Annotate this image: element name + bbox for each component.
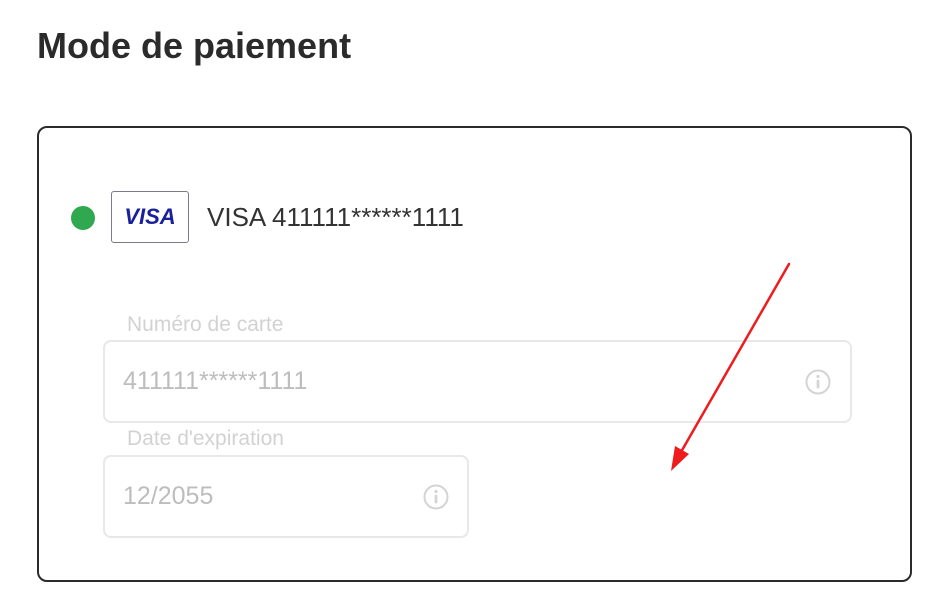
expiration-date-value: 12/2055 — [123, 482, 214, 510]
visa-logo-text: VISA — [124, 204, 176, 229]
visa-logo-icon: VISA — [111, 191, 189, 243]
card-number-label: Numéro de carte — [127, 313, 284, 336]
card-number-field: 411111******1111 — [103, 340, 852, 423]
expiration-date-field: 12/2055 — [103, 455, 469, 538]
info-icon[interactable] — [423, 484, 449, 510]
page-title: Mode de paiement — [37, 25, 352, 66]
selected-radio-indicator[interactable] — [71, 206, 95, 230]
payment-method-card[interactable]: VISA VISA 411111******1111 Numéro de car… — [37, 126, 912, 582]
saved-card-summary: VISA 411111******1111 — [207, 202, 464, 232]
expiration-date-label: Date d'expiration — [127, 427, 284, 450]
card-number-value: 411111******1111 — [123, 367, 308, 395]
info-icon[interactable] — [805, 369, 831, 395]
